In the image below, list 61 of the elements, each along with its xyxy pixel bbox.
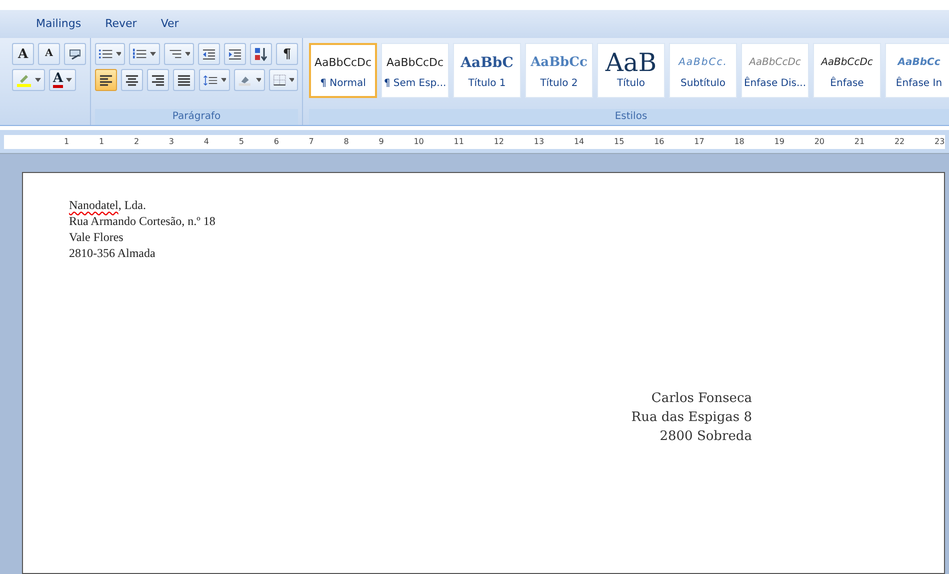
caret-icon bbox=[184, 52, 190, 56]
align-left-button[interactable] bbox=[95, 69, 117, 91]
align-right-icon bbox=[151, 74, 165, 86]
borders-button[interactable] bbox=[268, 69, 298, 91]
multilevel-list-button[interactable] bbox=[164, 43, 194, 65]
style-gallery-item[interactable]: AaBbCcDc Ênfase bbox=[813, 43, 881, 98]
address-line: 2800 Sobreda bbox=[658, 428, 752, 446]
justify-icon bbox=[177, 74, 191, 86]
caret-icon bbox=[256, 78, 261, 82]
multilevel-list-icon bbox=[168, 48, 182, 60]
center-icon bbox=[125, 74, 139, 86]
sort-button[interactable] bbox=[250, 43, 272, 65]
style-gallery-item[interactable]: AaBbCc. Subtítulo bbox=[669, 43, 737, 98]
address-line: Rua Armando Cortesão, n.º 18 bbox=[69, 213, 216, 229]
caret-icon bbox=[289, 78, 294, 82]
group-label: Parágrafo bbox=[95, 109, 298, 125]
caret-icon bbox=[35, 78, 41, 82]
style-gallery-item[interactable]: AaB Título bbox=[597, 43, 665, 98]
align-left-icon bbox=[99, 74, 113, 86]
line-spacing-icon bbox=[203, 74, 218, 86]
ribbon-tab[interactable]: Ver bbox=[148, 10, 191, 38]
address-line: Carlos Fonseca bbox=[650, 390, 752, 408]
grow-font-button[interactable]: A bbox=[12, 43, 34, 65]
sort-icon bbox=[254, 47, 268, 61]
ribbon-tab[interactable]: Mailings bbox=[24, 10, 94, 38]
decrease-indent-button[interactable] bbox=[198, 43, 220, 65]
font-color-button[interactable]: A bbox=[49, 69, 76, 91]
center-button[interactable] bbox=[121, 69, 143, 91]
justify-button[interactable] bbox=[173, 69, 195, 91]
shrink-font-button[interactable]: A bbox=[38, 43, 60, 65]
group-label: Estilos bbox=[309, 109, 949, 125]
align-right-button[interactable] bbox=[147, 69, 169, 91]
caret-icon bbox=[66, 78, 72, 82]
show-marks-button[interactable]: ¶ bbox=[276, 43, 298, 65]
address-line: Nanodatel, Lda. bbox=[69, 197, 147, 213]
bullets-button[interactable] bbox=[95, 43, 126, 65]
horizontal-ruler[interactable]: 1 1 2 3 4 5 6 7 8 9 10 11 12 13 14 15 16 17 18 19 20 21 22 23 bbox=[4, 134, 945, 148]
clear-format-icon bbox=[68, 47, 82, 61]
style-gallery-item[interactable]: AaBbCcDc ¶ Sem Esp... bbox=[381, 43, 449, 98]
ribbon-tab[interactable]: Rever bbox=[93, 10, 149, 38]
clear-format-button[interactable] bbox=[64, 43, 86, 65]
address-line: Rua das Espigas 8 bbox=[630, 409, 752, 427]
style-gallery-item[interactable]: AaBbCc Título 2 bbox=[525, 43, 593, 98]
increase-indent-button[interactable] bbox=[224, 43, 246, 65]
decrease-indent-icon bbox=[202, 48, 216, 60]
style-gallery-item[interactable]: AaBbCc Ênfase In bbox=[885, 43, 949, 98]
line-spacing-button[interactable] bbox=[199, 69, 230, 91]
address-line: 2810-356 Almada bbox=[69, 245, 156, 261]
caret-icon bbox=[150, 52, 156, 56]
borders-icon bbox=[272, 73, 286, 87]
address-line: Vale Flores bbox=[69, 229, 124, 245]
caret-icon bbox=[220, 78, 226, 82]
style-gallery-item[interactable]: AaBbCcDc Ênfase Dis... bbox=[741, 43, 809, 98]
highlight-icon bbox=[16, 73, 32, 87]
style-gallery-item[interactable]: AaBbC Título 1 bbox=[453, 43, 521, 98]
numbering-icon bbox=[133, 48, 148, 60]
bullets-icon bbox=[99, 48, 114, 60]
style-gallery-item[interactable]: AaBbCcDc ¶ Normal bbox=[309, 43, 377, 98]
caret-icon bbox=[116, 52, 122, 56]
increase-indent-icon bbox=[228, 48, 242, 60]
numbering-button[interactable] bbox=[129, 43, 160, 65]
